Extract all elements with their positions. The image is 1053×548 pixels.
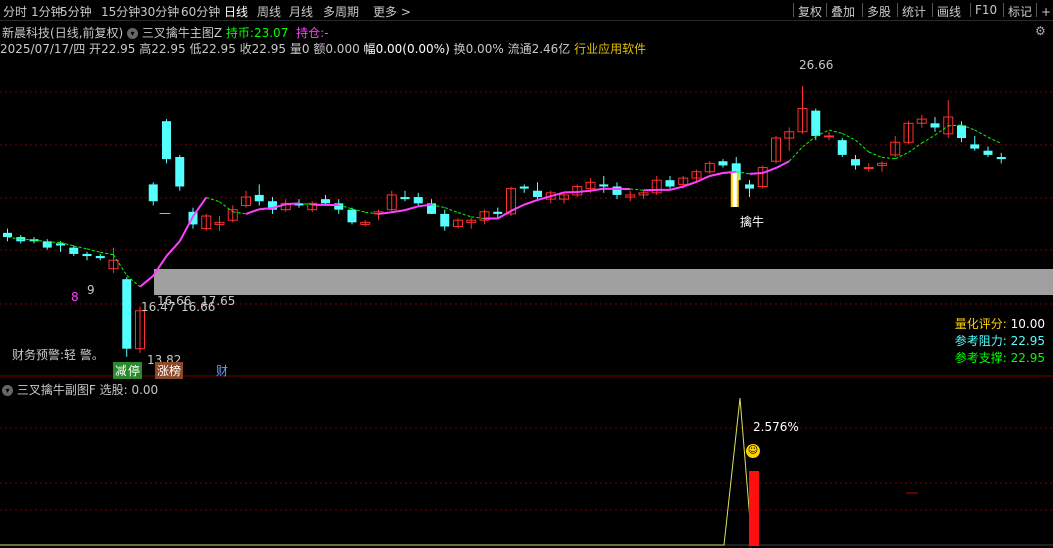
candle-body	[321, 199, 330, 204]
candle-body	[612, 186, 622, 195]
sub-indicator-line	[0, 397, 753, 546]
low-label-4: 17.65	[201, 294, 236, 308]
score-value: 10.00	[1010, 317, 1045, 331]
candle-body	[983, 150, 993, 155]
candle-body	[56, 243, 65, 246]
candle-body	[851, 159, 860, 166]
ma-line-up	[139, 160, 790, 288]
candle-body	[665, 180, 675, 187]
tag-finance[interactable]: 财	[214, 362, 230, 379]
candle-body	[718, 161, 728, 166]
candle-body	[930, 123, 940, 128]
resist-value: 22.95	[1010, 334, 1045, 348]
candle-body	[970, 144, 980, 149]
candle-body	[82, 253, 92, 257]
support-band	[154, 269, 1053, 295]
candle-body	[957, 125, 966, 139]
support-label: 参考支撑:	[954, 351, 1007, 365]
candle-body	[3, 232, 12, 238]
sub-percent-label: 2.576%	[753, 420, 799, 434]
dash-mark: —	[159, 206, 171, 220]
candle-body	[440, 213, 450, 227]
candle-body	[254, 194, 264, 202]
stats-panel: 量化评分: 10.00 参考阻力: 22.95 参考支撑: 22.95	[955, 316, 1045, 367]
select-label: 选股:	[99, 383, 128, 397]
sub-indicator-name[interactable]: 三叉擒牛副图F	[17, 383, 96, 397]
candle-body	[863, 167, 874, 170]
finance-warning: 财务预警:轻 警。	[12, 348, 104, 362]
candle-body	[996, 157, 1006, 160]
signal-label: 擒牛	[740, 215, 765, 229]
candle-body	[400, 197, 410, 200]
candle-body	[162, 121, 171, 160]
score-label: 量化评分:	[954, 317, 1007, 331]
resist-label: 参考阻力:	[954, 334, 1007, 348]
candle-body	[69, 247, 79, 254]
candle-body	[493, 211, 503, 214]
sub-signal-bar	[749, 471, 759, 546]
candle-body	[122, 279, 132, 349]
candle-body	[347, 209, 357, 223]
candle-body	[175, 157, 185, 187]
candle-body	[413, 197, 423, 204]
max-price-label: 26.66	[799, 58, 834, 72]
sub-indicator-menu-icon[interactable]: ▾	[2, 385, 13, 396]
candle-body	[148, 184, 158, 202]
candle-body	[533, 190, 542, 198]
candle-body	[811, 110, 821, 136]
sub-marker	[906, 492, 918, 494]
signal-bar-core	[732, 173, 737, 207]
count-8: 8	[71, 290, 79, 304]
candle-body	[837, 140, 847, 155]
sub-header: ▾ 三叉擒牛副图F 选股: 0.00	[2, 381, 158, 398]
candle-body	[95, 256, 105, 259]
candle-body	[519, 186, 529, 189]
select-value: 0.00	[131, 383, 159, 397]
candle-body	[745, 184, 754, 189]
tag-stop[interactable]: 停	[126, 362, 143, 379]
kline-chart[interactable]	[0, 0, 1053, 548]
smiley-icon: ☺	[746, 444, 760, 458]
tag-limit-list[interactable]: 涨榜	[155, 362, 184, 379]
candle-body	[824, 135, 834, 138]
candle-body	[599, 184, 609, 187]
count-9: 9	[87, 283, 95, 297]
support-value: 22.95	[1010, 351, 1045, 365]
